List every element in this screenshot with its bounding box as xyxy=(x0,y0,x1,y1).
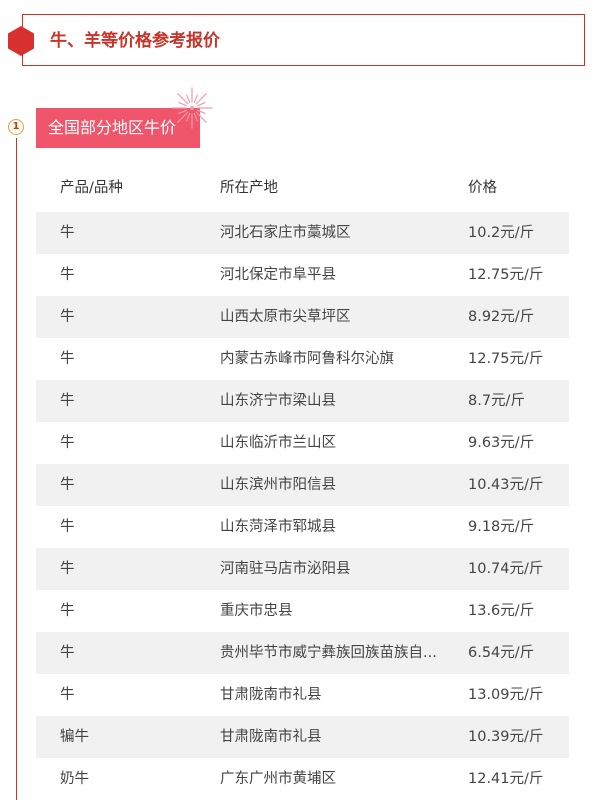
table-row: 牛 甘肃陇南市礼县 13.09元/斤 xyxy=(36,674,569,716)
cell-product: 牛 xyxy=(60,687,75,703)
cell-origin: 河南驻马店市泌阳县 xyxy=(220,561,351,577)
cell-origin: 甘肃陇南市礼县 xyxy=(220,729,322,745)
cell-origin: 甘肃陇南市礼县 xyxy=(220,687,322,703)
cell-price: 9.63元/斤 xyxy=(468,435,535,451)
page-title: 牛、羊等价格参考报价 xyxy=(50,31,220,51)
table-row: 牛 重庆市忠县 13.6元/斤 xyxy=(36,590,569,632)
cell-product: 牛 xyxy=(60,309,75,325)
cell-product: 牛 xyxy=(60,477,75,493)
firework-icon xyxy=(171,87,213,129)
header-product: 产品/品种 xyxy=(60,180,123,196)
cell-product: 牛 xyxy=(60,435,75,451)
table-row: 牛 河北石家庄市藁城区 10.2元/斤 xyxy=(36,212,569,254)
cell-price: 13.09元/斤 xyxy=(468,687,544,703)
table-body: 牛河北石家庄市藁城区 10.2元/斤牛河北保定市阜平县 12.75元/斤牛山西太原市… xyxy=(36,212,569,800)
table-row: 牛 山东滨州市阳信县 10.43元/斤 xyxy=(36,464,569,506)
table-row: 牛 河北保定市阜平县 12.75元/斤 xyxy=(36,254,569,296)
table-row: 牛 山东济宁市梁山县 8.7元/斤 xyxy=(36,380,569,422)
price-table: 产品/品种 所在产地 价格 牛河北石家庄市藁城区 10.2元/斤牛河北保定市阜平县… xyxy=(36,166,569,800)
cell-price: 12.75元/斤 xyxy=(468,351,544,367)
table-row: 牛 内蒙古赤峰市阿鲁科尔沁旗 12.75元/斤 xyxy=(36,338,569,380)
table-row: 牛 山东菏泽市郓城县 9.18元/斤 xyxy=(36,506,569,548)
cell-origin: 山东滨州市阳信县 xyxy=(220,477,336,493)
cell-origin: 河北石家庄市藁城区 xyxy=(220,225,351,241)
cell-origin: 山东菏泽市郓城县 xyxy=(220,519,336,535)
cell-product: 牛 xyxy=(60,267,75,283)
table-row: 牛 山东临沂市兰山区 9.63元/斤 xyxy=(36,422,569,464)
cell-origin: 山东济宁市梁山县 xyxy=(220,393,336,409)
cell-product: 牛 xyxy=(60,393,75,409)
cell-price: 12.75元/斤 xyxy=(468,267,544,283)
cell-product: 牛 xyxy=(60,603,75,619)
cell-product: 犏牛 xyxy=(60,729,89,745)
cell-product: 牛 xyxy=(60,645,75,661)
cell-price: 8.92元/斤 xyxy=(468,309,535,325)
cell-origin: 山东临沂市兰山区 xyxy=(220,435,336,451)
cell-product: 牛 xyxy=(60,351,75,367)
table-header-row: 产品/品种 所在产地 价格 xyxy=(36,166,569,212)
cell-price: 10.43元/斤 xyxy=(468,477,544,493)
cell-origin: 山西太原市尖草坪区 xyxy=(220,309,351,325)
header-origin: 所在产地 xyxy=(220,180,278,196)
cell-price: 8.7元/斤 xyxy=(468,393,525,409)
cell-product: 牛 xyxy=(60,519,75,535)
cell-price: 10.2元/斤 xyxy=(468,225,535,241)
step-number-badge: 1 xyxy=(8,119,24,135)
section-heading-label: 全国部分地区牛价 xyxy=(48,118,177,137)
cell-origin: 广东广州市黄埔区 xyxy=(220,771,336,787)
cell-origin: 贵州毕节市威宁彝族回族苗族自... xyxy=(220,645,437,661)
cell-origin: 内蒙古赤峰市阿鲁科尔沁旗 xyxy=(220,351,394,367)
cell-origin: 重庆市忠县 xyxy=(220,603,293,619)
table-row: 牛 山西太原市尖草坪区 8.92元/斤 xyxy=(36,296,569,338)
cell-price: 12.41元/斤 xyxy=(468,771,544,787)
cell-product: 牛 xyxy=(60,225,75,241)
cell-product: 牛 xyxy=(60,561,75,577)
table-row: 牛 河南驻马店市泌阳县 10.74元/斤 xyxy=(36,548,569,590)
cell-price: 10.74元/斤 xyxy=(468,561,544,577)
table-row: 牛 贵州毕节市威宁彝族回族苗族自... 6.54元/斤 xyxy=(36,632,569,674)
cell-price: 13.6元/斤 xyxy=(468,603,535,619)
cell-origin: 河北保定市阜平县 xyxy=(220,267,336,283)
table-row: 奶牛 广东广州市黄埔区 12.41元/斤 xyxy=(36,758,569,800)
cell-price: 10.39元/斤 xyxy=(468,729,544,745)
cell-price: 9.18元/斤 xyxy=(468,519,535,535)
cell-price: 6.54元/斤 xyxy=(468,645,535,661)
timeline-line xyxy=(16,138,17,800)
table-row: 犏牛 甘肃陇南市礼县 10.39元/斤 xyxy=(36,716,569,758)
header-price: 价格 xyxy=(468,180,497,196)
cell-product: 奶牛 xyxy=(60,771,89,787)
